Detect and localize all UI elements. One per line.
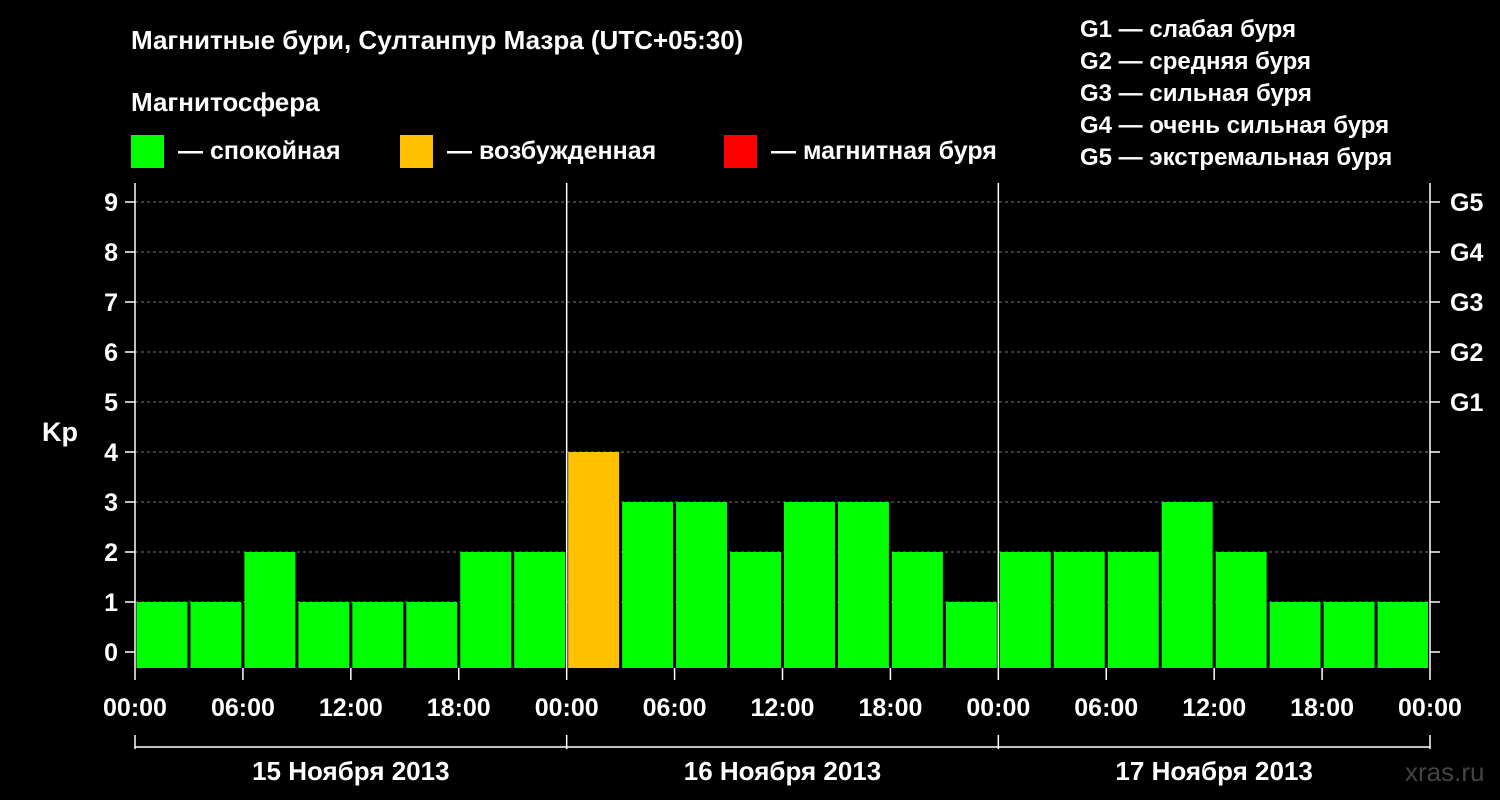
kp-bar bbox=[1215, 552, 1267, 668]
x-tick-label: 18:00 bbox=[1290, 694, 1354, 722]
x-tick-label: 06:00 bbox=[211, 694, 275, 722]
kp-bar bbox=[784, 502, 835, 668]
kp-bar bbox=[730, 552, 781, 668]
y-tick-label: 0 bbox=[104, 639, 118, 667]
kp-bar bbox=[676, 502, 728, 668]
kp-bar bbox=[244, 552, 296, 668]
kp-bar bbox=[891, 552, 943, 668]
y-tick-label: 5 bbox=[104, 389, 118, 417]
storm-level-label: G3 bbox=[1450, 289, 1483, 317]
kp-bar bbox=[1323, 602, 1375, 668]
y-tick-label: 6 bbox=[104, 339, 118, 367]
day-label: 15 Ноября 2013 bbox=[252, 756, 449, 786]
kp-bar bbox=[352, 602, 404, 668]
kp-bar bbox=[1107, 552, 1159, 668]
y-tick-label: 3 bbox=[104, 489, 118, 517]
day-label: 17 Ноября 2013 bbox=[1115, 756, 1312, 786]
x-tick-label: 12:00 bbox=[1182, 694, 1246, 722]
y-tick-label: 2 bbox=[104, 539, 118, 567]
x-tick-label: 12:00 bbox=[751, 694, 815, 722]
storm-level-label: G4 bbox=[1450, 239, 1483, 267]
x-tick-label: 00:00 bbox=[535, 694, 599, 722]
x-tick-label: 00:00 bbox=[966, 694, 1030, 722]
y-tick-label: 4 bbox=[104, 439, 118, 467]
kp-bar bbox=[622, 502, 674, 668]
kp-bar bbox=[945, 602, 997, 668]
x-tick-label: 06:00 bbox=[1074, 694, 1138, 722]
kp-bar bbox=[460, 552, 512, 668]
y-tick-label: 9 bbox=[104, 189, 118, 217]
x-tick-label: 12:00 bbox=[319, 694, 383, 722]
storm-level-label: G1 bbox=[1450, 389, 1483, 417]
kp-bar bbox=[1269, 602, 1321, 668]
kp-bar-chart: 0 1 2 3 4 5 6 7 8 9 G1 G2 G3 G4 G5 Kp 00:00 06:00 12:00 18:… bbox=[42, 183, 1483, 786]
x-tick-label: 00:00 bbox=[103, 694, 167, 722]
y-tick-label: 8 bbox=[104, 239, 118, 267]
kp-bar bbox=[514, 552, 566, 668]
x-tick-label: 18:00 bbox=[858, 694, 922, 722]
kp-bar bbox=[136, 602, 188, 668]
kp-bar bbox=[1053, 552, 1105, 668]
day-label: 16 Ноября 2013 bbox=[684, 756, 881, 786]
y-tick-label: 1 bbox=[104, 589, 118, 617]
y-axis-label: Kp bbox=[42, 417, 78, 447]
kp-bar bbox=[837, 502, 889, 668]
x-tick-label: 00:00 bbox=[1398, 694, 1462, 722]
x-tick-label: 18:00 bbox=[427, 694, 491, 722]
x-tick-label: 06:00 bbox=[643, 694, 707, 722]
storm-level-label: G5 bbox=[1450, 189, 1483, 217]
kp-bar bbox=[1377, 602, 1428, 668]
kp-bar bbox=[1161, 502, 1213, 668]
y-tick-label: 7 bbox=[104, 289, 118, 317]
kp-bar bbox=[190, 602, 242, 668]
kp-bar bbox=[298, 602, 350, 668]
storm-level-label: G2 bbox=[1450, 339, 1483, 367]
kp-bar bbox=[568, 452, 620, 668]
kp-bar bbox=[406, 602, 458, 668]
watermark: xras.ru bbox=[1405, 757, 1485, 787]
kp-bar bbox=[999, 552, 1051, 668]
